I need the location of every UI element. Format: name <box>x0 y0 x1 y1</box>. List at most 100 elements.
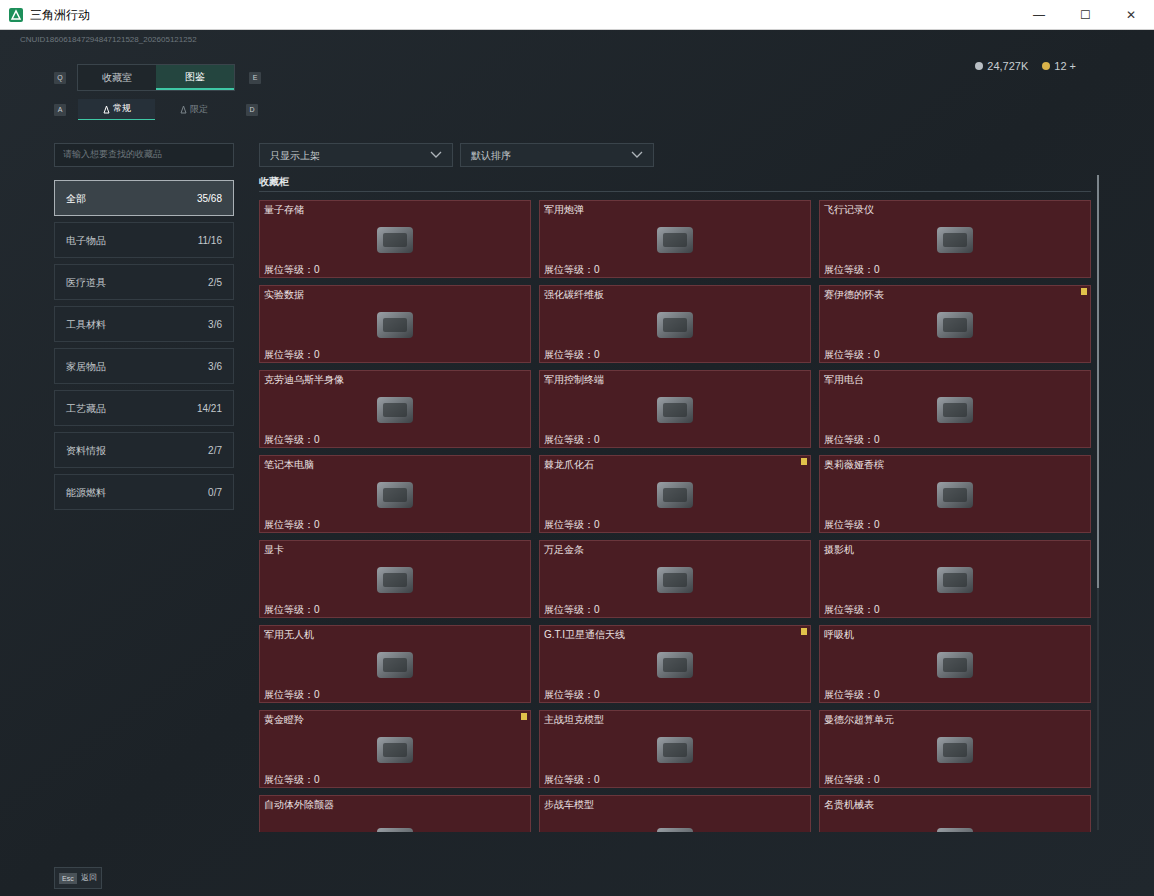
collection-card[interactable]: 强化碳纤维板展位等级：0 <box>539 285 811 363</box>
category-item[interactable]: 工艺藏品14/21 <box>54 390 234 426</box>
collection-card[interactable]: 摄影机展位等级：0 <box>819 540 1091 618</box>
chevron-down-icon <box>631 151 643 159</box>
scrollbar-thumb[interactable] <box>1097 175 1099 588</box>
collection-card[interactable]: 曼德尔超算单元展位等级：0 <box>819 710 1091 788</box>
collection-card[interactable]: 自动体外除颤器 <box>259 795 531 832</box>
filter-row: 只显示上架默认排序 <box>259 143 1099 167</box>
category-item[interactable]: 工具材料3/6 <box>54 306 234 342</box>
window-control-button[interactable]: ☐ <box>1062 0 1108 29</box>
collection-panel: 只显示上架默认排序收藏柜量子存储展位等级：0军用炮弹展位等级：0飞行记录仪展位等… <box>259 143 1099 835</box>
collection-card[interactable]: 飞行记录仪展位等级：0 <box>819 200 1091 278</box>
collection-card[interactable]: 步战车模型 <box>539 795 811 832</box>
item-name: 万足金条 <box>544 543 806 556</box>
item-level: 展位等级：0 <box>824 688 1086 701</box>
tab-icon <box>180 105 187 114</box>
item-name: 摄影机 <box>824 543 1086 556</box>
collection-card[interactable]: 笔记本电脑展位等级：0 <box>259 455 531 533</box>
uid-label: CNUID186061847294847121528_202605121252 <box>0 30 1154 45</box>
collection-card[interactable]: 军用电台展位等级：0 <box>819 370 1091 448</box>
item-name: 名贵机械表 <box>824 798 1086 811</box>
item-name: 军用无人机 <box>264 628 526 641</box>
collection-card[interactable]: 克劳迪乌斯半身像展位等级：0 <box>259 370 531 448</box>
key-hint: E <box>249 72 261 84</box>
scrollbar[interactable] <box>1097 175 1099 830</box>
item-icon <box>365 219 425 261</box>
item-level: 展位等级：0 <box>544 688 806 701</box>
category-item[interactable]: 电子物品11/16 <box>54 222 234 258</box>
collection-card[interactable]: 量子存储展位等级：0 <box>259 200 531 278</box>
item-name: 军用控制终端 <box>544 373 806 386</box>
window-title: 三角洲行动 <box>30 6 90 24</box>
item-icon <box>925 820 985 832</box>
sub-tab-row: A常规限定D <box>0 99 1154 120</box>
collection-card[interactable]: 赛伊德的怀表展位等级：0 <box>819 285 1091 363</box>
collection-card[interactable]: 军用无人机展位等级：0 <box>259 625 531 703</box>
item-icon <box>645 559 705 601</box>
item-icon <box>925 474 985 516</box>
category-item[interactable]: 家居物品3/6 <box>54 348 234 384</box>
category-item[interactable]: 能源燃料0/7 <box>54 474 234 510</box>
section-title: 收藏柜 <box>259 175 1091 192</box>
currency: 12 + <box>1042 58 1076 75</box>
item-level: 展位等级：0 <box>544 603 806 616</box>
coin-icon <box>975 62 983 70</box>
main-tab-row: Q收藏室图鉴E24,727K12 + <box>0 64 1154 91</box>
new-badge <box>801 458 807 465</box>
search-field[interactable]: 请输入想要查找的收藏品 <box>54 143 234 167</box>
collection-card[interactable]: 万足金条展位等级：0 <box>539 540 811 618</box>
item-icon <box>365 474 425 516</box>
item-icon <box>925 644 985 686</box>
item-icon <box>365 389 425 431</box>
item-name: 飞行记录仪 <box>824 203 1086 216</box>
collection-card[interactable]: 军用控制终端展位等级：0 <box>539 370 811 448</box>
chevron-down-icon <box>430 151 442 159</box>
app-logo-icon <box>9 8 23 22</box>
collection-card[interactable]: 黄金瞪羚展位等级：0 <box>259 710 531 788</box>
sub-tab[interactable]: 常规 <box>78 99 155 120</box>
item-name: 量子存储 <box>264 203 526 216</box>
item-level: 展位等级：0 <box>264 603 526 616</box>
collection-card[interactable]: 实验数据展位等级：0 <box>259 285 531 363</box>
key-hint: Esc <box>59 873 77 884</box>
item-icon <box>925 729 985 771</box>
collection-card[interactable]: G.T.I卫星通信天线展位等级：0 <box>539 625 811 703</box>
new-badge <box>1081 288 1087 295</box>
item-level: 展位等级：0 <box>824 263 1086 276</box>
collection-card[interactable]: 显卡展位等级：0 <box>259 540 531 618</box>
category-item[interactable]: 医疗道具2/5 <box>54 264 234 300</box>
item-icon <box>365 559 425 601</box>
collection-card[interactable]: 奥莉薇娅香槟展位等级：0 <box>819 455 1091 533</box>
item-name: 曼德尔超算单元 <box>824 713 1086 726</box>
collection-card[interactable]: 棘龙爪化石展位等级：0 <box>539 455 811 533</box>
collection-card[interactable]: 主战坦克模型展位等级：0 <box>539 710 811 788</box>
collection-card[interactable]: 名贵机械表 <box>819 795 1091 832</box>
filter-dropdown[interactable]: 只显示上架 <box>259 143 453 167</box>
item-level: 展位等级：0 <box>544 263 806 276</box>
window-control-button[interactable]: ✕ <box>1108 0 1154 29</box>
item-level: 展位等级：0 <box>264 688 526 701</box>
item-name: 棘龙爪化石 <box>544 458 806 471</box>
item-icon <box>645 474 705 516</box>
item-name: 实验数据 <box>264 288 526 301</box>
app-window: 三角洲行动 —☐✕CNUID186061847294847121528_20260… <box>0 0 1154 896</box>
coin-icon <box>1042 62 1050 70</box>
item-level: 展位等级：0 <box>824 518 1086 531</box>
back-button[interactable]: Esc返回 <box>54 867 102 889</box>
item-name: 呼吸机 <box>824 628 1086 641</box>
key-hint: A <box>54 104 66 116</box>
main-tab[interactable]: 收藏室 <box>78 65 156 90</box>
new-badge <box>521 713 527 720</box>
item-level: 展位等级：0 <box>264 433 526 446</box>
collection-card[interactable]: 呼吸机展位等级：0 <box>819 625 1091 703</box>
sub-tab[interactable]: 限定 <box>155 99 232 120</box>
category-item[interactable]: 资料情报2/7 <box>54 432 234 468</box>
item-icon <box>645 304 705 346</box>
window-control-button[interactable]: — <box>1016 0 1062 29</box>
filter-dropdown[interactable]: 默认排序 <box>460 143 654 167</box>
item-name: 黄金瞪羚 <box>264 713 526 726</box>
main-tab[interactable]: 图鉴 <box>156 65 234 90</box>
item-level: 展位等级：0 <box>264 263 526 276</box>
category-item[interactable]: 全部35/68 <box>54 180 234 216</box>
item-name: 主战坦克模型 <box>544 713 806 726</box>
collection-card[interactable]: 军用炮弹展位等级：0 <box>539 200 811 278</box>
